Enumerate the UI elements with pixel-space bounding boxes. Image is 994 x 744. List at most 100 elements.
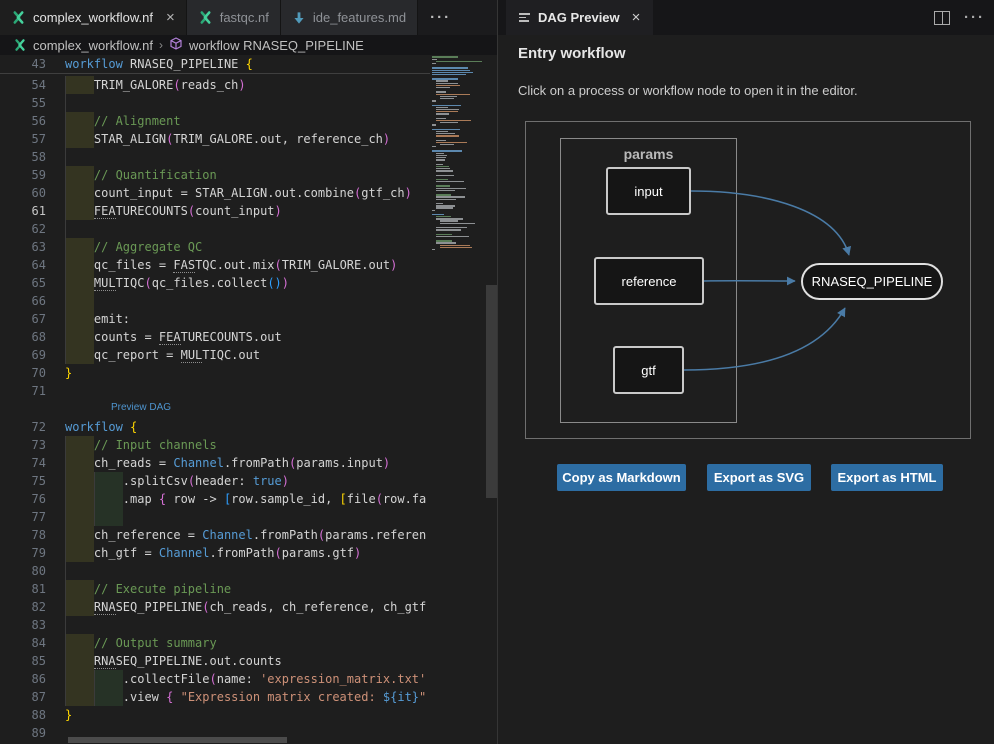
node-reference[interactable]: reference [594,257,704,305]
line-number[interactable]: 72 [0,418,46,436]
code-line[interactable]: 69qc_report = MULTIQC.out [0,346,430,364]
line-number[interactable]: 59 [0,166,46,184]
codelens-preview-dag[interactable]: Preview DAG [111,400,171,418]
more-actions-icon[interactable]: ··· [964,9,985,26]
line-number[interactable]: 68 [0,328,46,346]
line-number[interactable]: 77 [0,508,46,526]
line-number[interactable]: 76 [0,490,46,508]
line-number[interactable]: 60 [0,184,46,202]
code-line[interactable]: 86.collectFile(name: 'expression_matrix.… [0,670,430,688]
export-as-svg-button[interactable]: Export as SVG [707,464,811,491]
scrollbar-vertical[interactable] [486,285,497,498]
tab-ide-features[interactable]: ide_features.md [281,0,418,35]
code-line[interactable]: 64qc_files = FASTQC.out.mix(TRIM_GALORE.… [0,256,430,274]
line-number[interactable]: 66 [0,292,46,310]
code-line[interactable]: 43workflow RNASEQ_PIPELINE { [0,55,430,73]
code-editor[interactable]: 43workflow RNASEQ_PIPELINE { 54TRIM_GALO… [0,55,497,744]
code-line[interactable]: 54TRIM_GALORE(reads_ch) [0,76,430,94]
node-input[interactable]: input [606,167,691,215]
close-icon[interactable]: × [632,9,641,26]
close-icon[interactable]: × [166,10,175,25]
code-line[interactable]: 71 [0,382,430,400]
line-number[interactable]: 61 [0,202,46,220]
line-number[interactable]: 78 [0,526,46,544]
line-number[interactable]: 57 [0,130,46,148]
code-line[interactable]: 81// Execute pipeline [0,580,430,598]
code-line[interactable]: 70} [0,364,430,382]
codelens-row[interactable]: Preview DAG [0,400,430,418]
code-line[interactable]: 87.view { "Expression matrix created: ${… [0,688,430,706]
breadcrumb-symbol[interactable]: workflow RNASEQ_PIPELINE [189,38,364,53]
line-number[interactable]: 81 [0,580,46,598]
code-line[interactable]: 68counts = FEATURECOUNTS.out [0,328,430,346]
code-line[interactable]: 77 [0,508,430,526]
indent-guide [65,310,66,328]
code-line[interactable]: 76.map { row -> [row.sample_id, [file(ro… [0,490,430,508]
line-number[interactable]: 83 [0,616,46,634]
line-number[interactable]: 43 [0,55,46,73]
code-line[interactable]: 55 [0,94,430,112]
code-line[interactable]: 82RNASEQ_PIPELINE(ch_reads, ch_reference… [0,598,430,616]
line-number[interactable]: 55 [0,94,46,112]
code-line[interactable]: 83 [0,616,430,634]
tab-fastqc[interactable]: fastqc.nf [187,0,281,35]
line-number[interactable]: 54 [0,76,46,94]
sticky-scroll-line[interactable]: 43workflow RNASEQ_PIPELINE { [0,55,430,74]
line-number[interactable]: 87 [0,688,46,706]
tab-dag-preview[interactable]: DAG Preview × [506,0,653,35]
code-line[interactable]: 65MULTIQC(qc_files.collect()) [0,274,430,292]
code-line[interactable]: 59// Quantification [0,166,430,184]
minimap[interactable] [430,56,486,276]
code-line[interactable]: 61FEATURECOUNTS(count_input) [0,202,430,220]
code-line[interactable]: 57STAR_ALIGN(TRIM_GALORE.out, reference_… [0,130,430,148]
line-number[interactable]: 64 [0,256,46,274]
node-gtf[interactable]: gtf [613,346,684,394]
line-number[interactable]: 62 [0,220,46,238]
line-number[interactable]: 69 [0,346,46,364]
export-as-html-button[interactable]: Export as HTML [831,464,943,491]
code-line[interactable]: 78ch_reference = Channel.fromPath(params… [0,526,430,544]
line-number[interactable]: 71 [0,382,46,400]
code-line[interactable]: 62 [0,220,430,238]
code-line[interactable]: 88} [0,706,430,724]
code-line[interactable]: 60count_input = STAR_ALIGN.out.combine(g… [0,184,430,202]
line-number[interactable]: 84 [0,634,46,652]
split-editor-icon[interactable] [934,11,950,25]
code-line[interactable]: 67emit: [0,310,430,328]
line-number[interactable]: 56 [0,112,46,130]
breadcrumb-file[interactable]: complex_workflow.nf [33,38,153,53]
line-number[interactable]: 67 [0,310,46,328]
line-number[interactable]: 63 [0,238,46,256]
code-line[interactable]: 85RNASEQ_PIPELINE.out.counts [0,652,430,670]
scrollbar-horizontal[interactable] [68,737,287,743]
line-number[interactable]: 89 [0,724,46,742]
code-line[interactable]: 66 [0,292,430,310]
line-number[interactable]: 79 [0,544,46,562]
code-line[interactable]: 63// Aggregate QC [0,238,430,256]
line-number[interactable]: 86 [0,670,46,688]
code-line[interactable]: 75.splitCsv(header: true) [0,472,430,490]
line-number[interactable] [0,400,46,418]
line-number[interactable]: 73 [0,436,46,454]
node-rnaseq-pipeline[interactable]: RNASEQ_PIPELINE [801,263,943,300]
code-line[interactable]: 79ch_gtf = Channel.fromPath(params.gtf) [0,544,430,562]
line-number[interactable]: 82 [0,598,46,616]
code-line[interactable]: 72workflow { [0,418,430,436]
code-line[interactable]: 74ch_reads = Channel.fromPath(params.inp… [0,454,430,472]
line-number[interactable]: 70 [0,364,46,382]
line-number[interactable]: 85 [0,652,46,670]
code-line[interactable]: 73// Input channels [0,436,430,454]
line-number[interactable]: 88 [0,706,46,724]
code-line[interactable]: 80 [0,562,430,580]
code-line[interactable]: 58 [0,148,430,166]
copy-as-markdown-button[interactable]: Copy as Markdown [557,464,686,491]
code-line[interactable]: 56// Alignment [0,112,430,130]
line-number[interactable]: 80 [0,562,46,580]
line-number[interactable]: 65 [0,274,46,292]
more-tabs-icon[interactable]: ··· [430,9,451,26]
code-line[interactable]: 84// Output summary [0,634,430,652]
line-number[interactable]: 58 [0,148,46,166]
line-number[interactable]: 74 [0,454,46,472]
line-number[interactable]: 75 [0,472,46,490]
tab-complex-workflow[interactable]: complex_workflow.nf × [0,0,187,35]
